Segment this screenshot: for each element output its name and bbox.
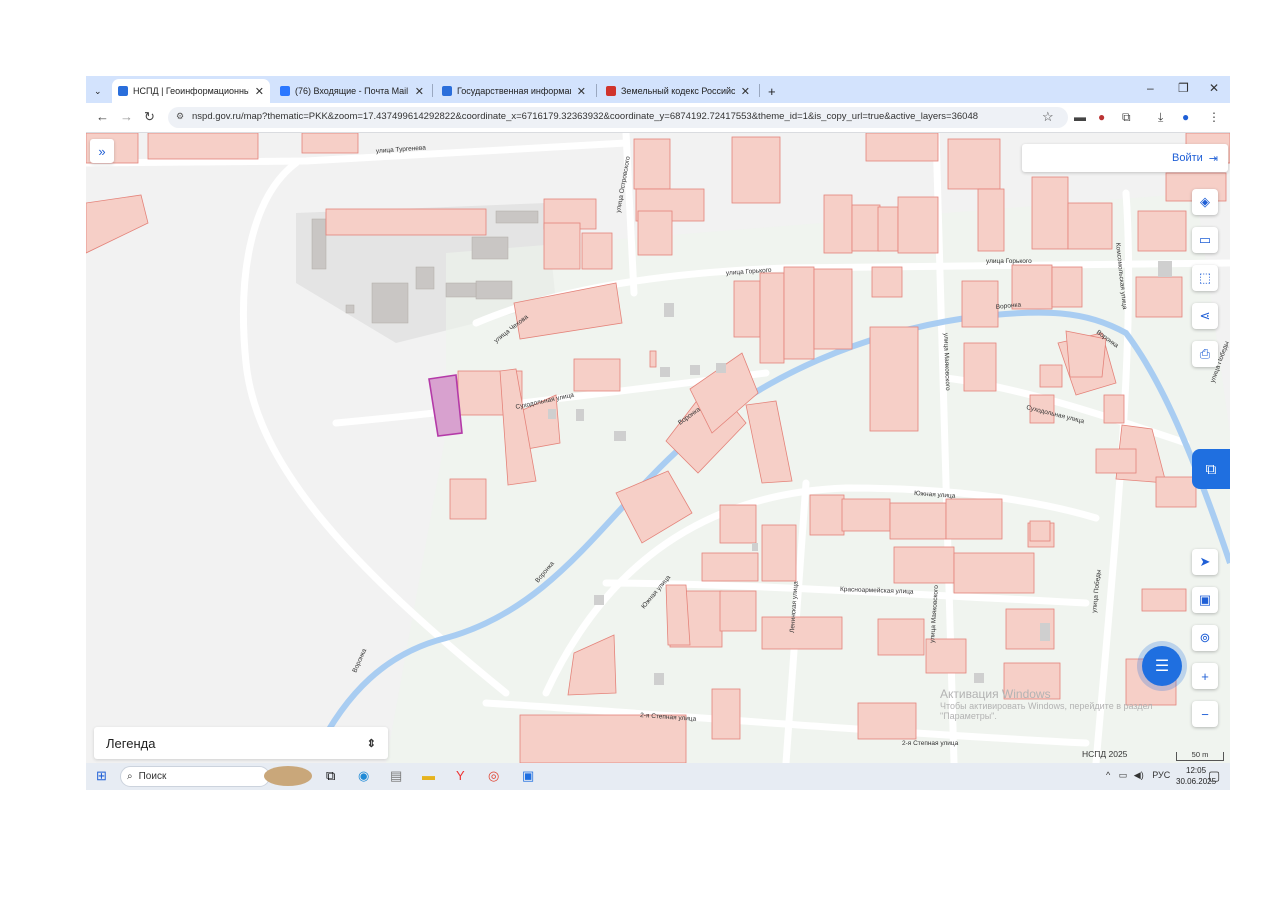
chat-icon: ☰	[1154, 658, 1170, 675]
close-icon[interactable]: ✕	[255, 85, 264, 98]
site-info-icon[interactable]: ⚙	[176, 111, 184, 122]
share-icon: ⋖	[1199, 308, 1211, 323]
browser-tab-strip: ⌄ НСПД | Геоинформационный ✕ (76) Входящ…	[86, 76, 1230, 103]
store-app-icon[interactable]: ▣	[522, 768, 534, 784]
tab-gosinfo[interactable]: Государственная информаци ✕	[436, 79, 592, 103]
plus-icon: +	[1201, 668, 1209, 684]
tab-divider	[759, 84, 760, 97]
close-icon[interactable]: ✕	[577, 85, 586, 98]
flag-favicon-icon	[606, 86, 616, 96]
select-area-icon: ⬚	[1198, 270, 1212, 285]
print-button[interactable]: ⎙	[1192, 341, 1218, 367]
street-label: улица Горького	[986, 258, 1032, 265]
gov-favicon-icon	[442, 86, 452, 96]
tab-land-code[interactable]: Земельный кодекс Российско ✕	[600, 79, 756, 103]
double-chevron-right-icon: »	[98, 143, 106, 159]
ruler-icon: ▭	[1198, 232, 1212, 247]
browser-toolbar: ← → ↻ ⚙ nspd.gov.ru/map?thematic=PKK&zoo…	[86, 103, 1230, 133]
tab-divider	[596, 84, 597, 97]
back-icon[interactable]: ←	[96, 109, 109, 124]
printer-icon: ⎙	[1199, 346, 1211, 361]
zoom-out-button[interactable]: −	[1192, 701, 1218, 727]
expand-panel-button[interactable]: »	[90, 139, 114, 163]
geolocation-button[interactable]: ➤	[1192, 549, 1218, 575]
select-area-button[interactable]: ⬚	[1192, 265, 1218, 291]
system-tray[interactable]: ^ ▭ ◀) РУС	[1106, 770, 1170, 781]
windows-start-icon[interactable]: ⊞	[96, 768, 107, 784]
puzzle-icon[interactable]: ⧉	[1122, 110, 1131, 125]
search-highlight-icon	[264, 766, 312, 786]
minimap-button[interactable]: ▣	[1192, 587, 1218, 613]
tray-chevron-icon[interactable]: ^	[1106, 770, 1110, 780]
address-bar[interactable]: ⚙ nspd.gov.ru/map?thematic=PKK&zoom=17.4…	[168, 107, 1068, 128]
new-tab-button[interactable]: +	[762, 79, 782, 103]
minus-icon: −	[1201, 706, 1209, 722]
profile-extension-icon[interactable]: ●	[1098, 110, 1105, 124]
zoom-in-button[interactable]: +	[1192, 663, 1218, 689]
login-arrow-icon: ⇥	[1208, 152, 1218, 165]
reload-icon[interactable]: ↻	[144, 109, 155, 125]
desktop-screen: ⌄ НСПД | Геоинформационный ✕ (76) Входящ…	[86, 76, 1230, 790]
windows-taskbar: ⊞ ⌕ Поиск ⧉ ◉ ▤ ▬ Y ◎ ▣ ^ ▭ ◀) РУС 12:05…	[86, 763, 1230, 790]
map-pin-icon: ⊚	[1199, 630, 1211, 645]
layers-button[interactable]: ◈	[1192, 189, 1218, 215]
network-icon[interactable]: ▭	[1119, 770, 1128, 780]
yandex-icon[interactable]: Y	[456, 768, 465, 783]
close-icon[interactable]: ✕	[415, 85, 424, 98]
search-icon: ⌕	[127, 771, 133, 782]
chevron-down-icon: ⌄	[94, 85, 102, 96]
volume-icon[interactable]: ◀)	[1134, 770, 1144, 780]
tab-mail[interactable]: (76) Входящие - Почта Mail ✕	[274, 79, 430, 103]
legend-panel[interactable]: Легенда ⇕	[94, 727, 388, 759]
street-label: 2-я Степная улица	[902, 740, 959, 747]
windows-activation-watermark: Активация Windows Чтобы активировать Win…	[940, 687, 1153, 721]
url-text[interactable]: nspd.gov.ru/map?thematic=PKK&zoom=17.437…	[192, 111, 978, 122]
forward-icon[interactable]: →	[120, 109, 133, 124]
chrome-icon[interactable]: ◎	[488, 768, 499, 784]
tab-divider	[432, 84, 433, 97]
window-close-icon[interactable]: ✕	[1209, 81, 1219, 95]
edge-icon[interactable]: ◉	[358, 768, 369, 784]
expand-collapse-icon[interactable]: ⇕	[367, 737, 376, 750]
app-icon[interactable]: ▤	[390, 768, 402, 784]
minimap-icon: ▣	[1198, 592, 1212, 607]
nspd-favicon-icon	[118, 86, 128, 96]
mail-favicon-icon	[280, 86, 290, 96]
navigation-arrow-icon: ➤	[1199, 554, 1211, 569]
copyright-label: НСПД 2025	[1082, 749, 1128, 759]
pin-button[interactable]: ⊚	[1192, 625, 1218, 651]
file-explorer-icon[interactable]: ▬	[422, 768, 435, 783]
panel-icon: ⧉	[1205, 460, 1217, 478]
scale-bar: 50 m	[1176, 751, 1224, 761]
task-view-icon[interactable]: ⧉	[326, 768, 335, 784]
layers-icon: ◈	[1200, 194, 1210, 209]
taskbar-search[interactable]: ⌕ Поиск	[120, 766, 270, 787]
tab-search-button[interactable]: ⌄	[88, 79, 108, 103]
chat-button[interactable]: ☰	[1142, 646, 1182, 686]
side-panel-toggle[interactable]: ⧉	[1192, 449, 1230, 489]
share-button[interactable]: ⋖	[1192, 303, 1218, 329]
notifications-icon[interactable]: ▢	[1208, 768, 1220, 784]
map-canvas[interactable]: улица Тургенева улица Островского улица …	[86, 133, 1230, 763]
restore-icon[interactable]: ❐	[1178, 81, 1189, 95]
cadastral-map[interactable]: улица Тургенева улица Островского улица …	[86, 133, 1230, 763]
menu-kebab-icon[interactable]: ⋮	[1208, 110, 1220, 124]
measure-button[interactable]: ▭	[1192, 227, 1218, 253]
extension-icon[interactable]: ▬	[1074, 110, 1086, 124]
login-button[interactable]: Войти ⇥	[1022, 144, 1228, 172]
close-icon[interactable]: ✕	[741, 85, 750, 98]
bookmark-star-icon[interactable]: ☆	[1042, 109, 1054, 125]
download-icon[interactable]: ⤓	[1158, 110, 1163, 125]
account-icon[interactable]: ●	[1182, 110, 1189, 124]
tab-nspd[interactable]: НСПД | Геоинформационный ✕	[112, 79, 270, 103]
minimize-icon[interactable]: –	[1147, 81, 1154, 95]
